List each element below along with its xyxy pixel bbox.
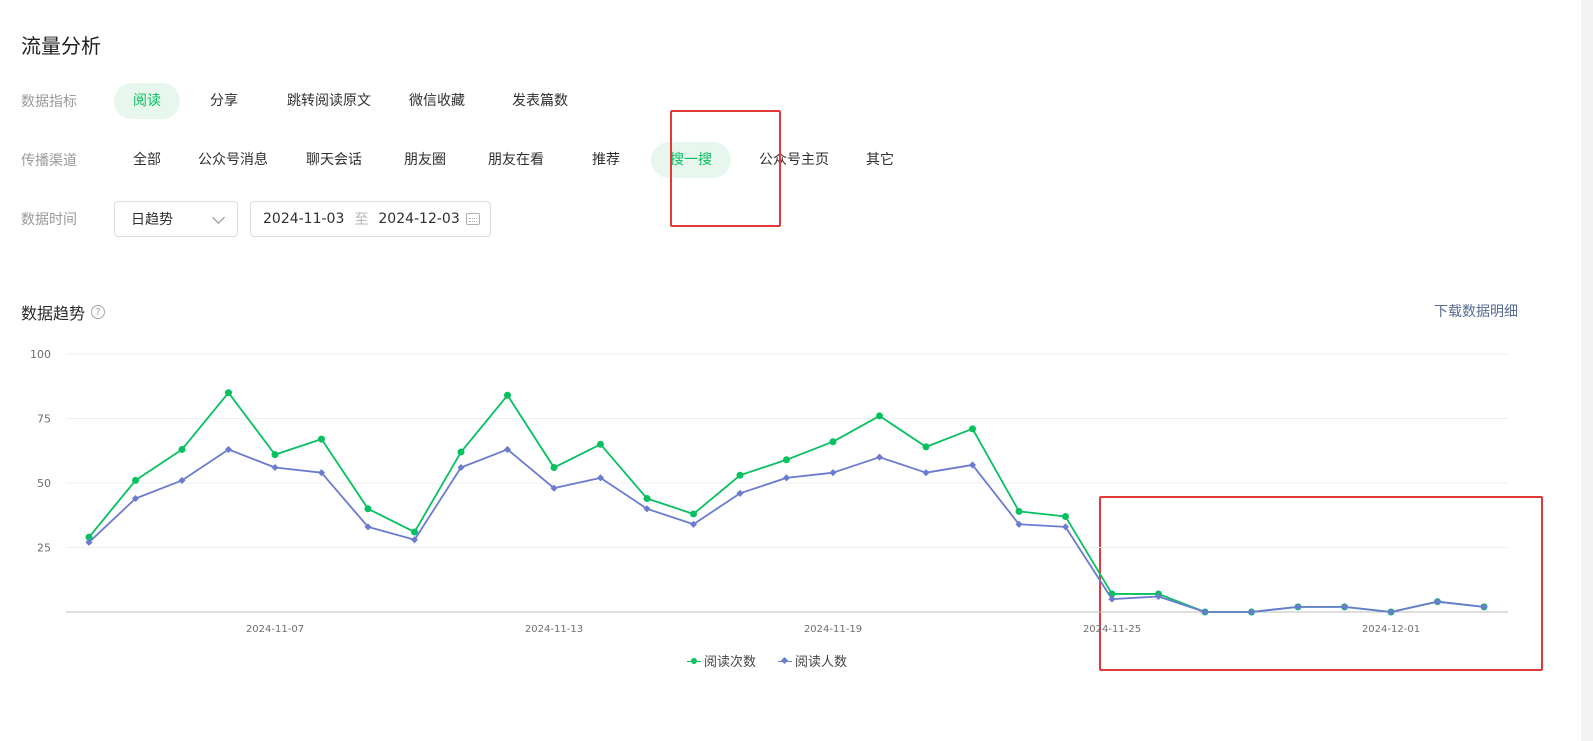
legend-circle-marker-icon (687, 656, 701, 666)
x-tick-label: 2024-11-25 (1083, 624, 1141, 635)
data-point (782, 474, 791, 482)
y-tick-label: 100 (30, 348, 51, 361)
trend-mode-select[interactable]: 日趋势 (114, 201, 238, 237)
metrics-row: 数据指标 阅读 分享 跳转阅读原文 微信收藏 发表篇数 (21, 83, 580, 119)
section-title-text: 数据趋势 (21, 304, 86, 323)
data-point (550, 464, 558, 472)
channel-option-account-message[interactable]: 公众号消息 (190, 142, 276, 178)
data-point (736, 471, 744, 479)
metric-option-share[interactable]: 分享 (191, 83, 257, 119)
trend-mode-value: 日趋势 (131, 212, 173, 228)
date-range-picker[interactable]: 2024-11-03 至 2024-12-03 (250, 201, 491, 237)
calendar-icon[interactable] (466, 213, 480, 225)
channel-option-friends-watching[interactable]: 朋友在看 (476, 142, 556, 178)
data-point (969, 425, 976, 433)
date-separator: 至 (354, 212, 369, 228)
chevron-down-icon (212, 210, 225, 224)
page-title: 流量分析 (21, 34, 101, 58)
data-point (690, 510, 697, 518)
series-line-0 (88, 391, 1485, 613)
data-point (1062, 513, 1069, 521)
end-date[interactable]: 2024-12-03 (378, 211, 459, 227)
x-tick-label: 2024-11-07 (246, 624, 304, 635)
legend-diamond-marker-icon (778, 656, 793, 666)
data-point (504, 391, 511, 399)
x-tick-label: 2024-11-13 (525, 624, 583, 635)
data-point (1015, 507, 1023, 515)
scrollbar-track[interactable] (1581, 0, 1593, 741)
metric-option-read[interactable]: 阅读 (114, 83, 180, 119)
chart-legend: 阅读次数 阅读人数 (687, 651, 869, 670)
legend-label-reader-count: 阅读人数 (795, 655, 848, 670)
data-point (875, 453, 884, 461)
data-point (132, 476, 139, 484)
help-icon[interactable]: ? (91, 305, 106, 319)
channel-option-all[interactable]: 全部 (114, 142, 180, 178)
channel-option-moments[interactable]: 朋友圈 (392, 142, 458, 178)
series-line-1 (88, 448, 1485, 613)
data-point (643, 494, 651, 502)
metrics-options: 阅读 分享 跳转阅读原文 微信收藏 发表篇数 (114, 83, 580, 119)
data-point (318, 435, 325, 443)
time-label: 数据时间 (21, 212, 77, 228)
highlight-box-search-channel (670, 110, 781, 227)
legend-label-read-count: 阅读次数 (704, 655, 757, 670)
data-point (876, 412, 883, 420)
x-tick-label: 2024-12-01 (1362, 624, 1420, 635)
download-details-link[interactable]: 下载数据明细 (1434, 301, 1518, 321)
data-point (271, 451, 279, 459)
data-point (178, 445, 186, 453)
y-tick-label: 75 (37, 413, 51, 426)
data-point (271, 463, 279, 472)
y-tick-label: 50 (37, 477, 51, 490)
channel-options: 全部 公众号消息 聊天会话 朋友圈 朋友在看 推荐 搜一搜 公众号主页 其它 (114, 142, 913, 178)
data-point (364, 505, 372, 513)
trend-chart: 25 50 75 100 2024-11-07 2024-11-13 2024-11-19 2… (30, 348, 1508, 635)
metrics-label: 数据指标 (21, 94, 77, 110)
data-point (922, 469, 930, 477)
start-date[interactable]: 2024-11-03 (263, 211, 344, 227)
channel-option-chat[interactable]: 聊天会话 (294, 142, 374, 178)
y-tick-label: 25 (37, 542, 51, 555)
data-point (829, 469, 837, 477)
data-point (783, 456, 790, 464)
data-point (829, 438, 837, 446)
metric-option-favorite[interactable]: 微信收藏 (397, 83, 477, 119)
data-point (597, 440, 604, 448)
metric-option-published-count[interactable]: 发表篇数 (500, 83, 580, 119)
metric-option-read-original[interactable]: 跳转阅读原文 (274, 83, 384, 119)
data-point (922, 443, 930, 451)
x-tick-label: 2024-11-19 (804, 624, 862, 635)
channels-label: 传播渠道 (21, 153, 77, 169)
time-row: 数据时间 日趋势 2024-11-03 至 2024-12-03 (21, 201, 491, 237)
legend-item-read-count[interactable]: 阅读次数 (687, 651, 756, 670)
section-title: 数据趋势 ? (21, 300, 106, 324)
data-point (457, 448, 465, 456)
channel-option-recommend[interactable]: 推荐 (573, 142, 639, 178)
data-point (225, 389, 232, 397)
legend-item-reader-count[interactable]: 阅读人数 (778, 651, 847, 670)
channel-option-other[interactable]: 其它 (847, 142, 913, 178)
